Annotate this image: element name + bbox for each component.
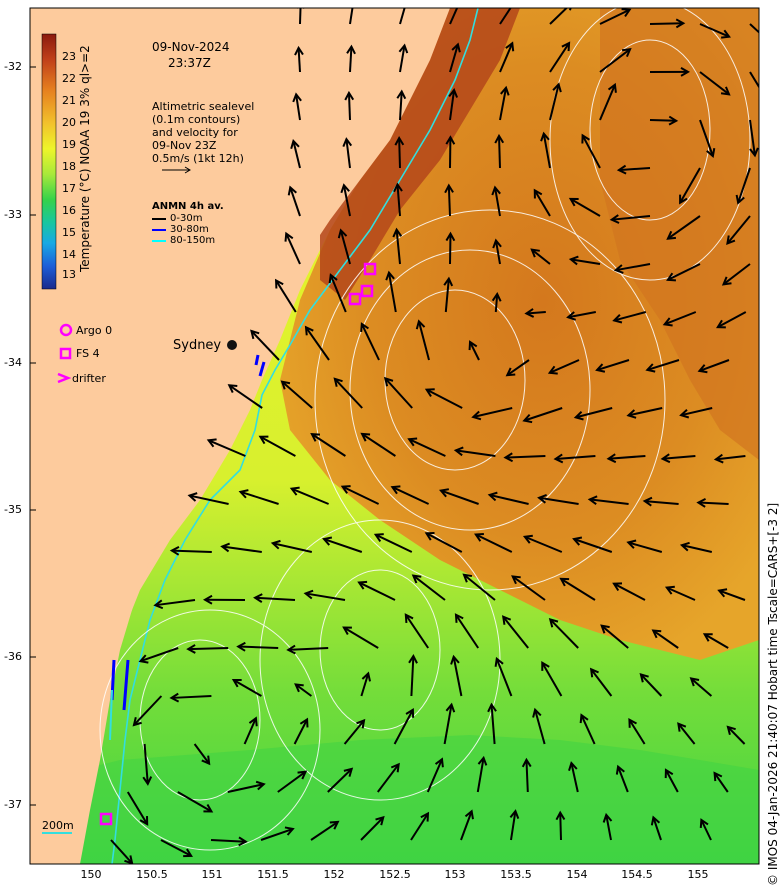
note-line: Altimetric sealevel [152,100,255,113]
y-tick: -33 [4,208,22,221]
velocity-arrow-head [401,0,409,8]
x-tick: 151 [201,868,223,881]
velocity-arrow [498,135,501,169]
velocity-arrow-head [514,8,517,9]
velocity-arrow [347,92,351,121]
legend-drifter: drifter [72,372,106,385]
legend-argo: Argo 0 [76,324,113,337]
cbar-tick: 13 [62,268,76,281]
velocity-arrow-head [763,36,771,44]
x-tick: 152 [323,868,345,881]
note-line: 09-Nov 23Z [152,139,217,152]
colorbar [41,33,57,290]
x-tick: 150.5 [136,868,168,881]
legend-fs: FS 4 [76,347,100,360]
velocity-arrow [525,759,529,793]
velocity-arrow-head [355,8,357,9]
velocity-arrow [449,233,452,265]
velocity-arrow [649,22,684,25]
velocity-arrow-head [454,0,461,8]
cbar-tick: 16 [62,204,76,217]
cbar-tick: 14 [62,248,76,261]
note-line: (0.1m contours) [152,113,241,126]
cbar-tick: 22 [62,72,76,85]
map-date: 09-Nov-2024 [152,40,230,54]
velocity-arrow [299,8,302,25]
y-tick: -36 [4,650,22,663]
cbar-tick: 17 [62,182,76,195]
x-tick: 152.5 [379,868,411,881]
x-tick: 150 [80,868,102,881]
anmn-label-0: 0-30m [170,213,203,224]
colorbar-label: Temperature (°C) NOAA 19 3% ql>=2 [78,45,92,272]
cbar-tick: 19 [62,138,76,151]
map-time: 23:37Z [168,56,211,70]
sydney-marker [227,340,237,350]
velocity-arrow [349,46,353,73]
velocity-arrow [649,119,677,122]
velocity-arrow [398,137,401,169]
velocity-arrow-head [296,8,306,9]
y-tick: -32 [4,60,22,73]
velocity-arrow [447,185,451,217]
cbar-tick: 20 [62,116,76,129]
x-tick: 151.5 [257,868,289,881]
y-tick: -37 [4,798,22,811]
x-tick: 153 [444,868,466,881]
x-tick: 153.5 [500,868,532,881]
x-tick: 155 [687,868,709,881]
note-line: and velocity for [152,126,238,139]
credit-text: © IMOS 04-Jan-2026 21:40:07 Hobart time … [766,502,780,886]
x-tick: 154.5 [621,868,653,881]
anmn-label-1: 30-80m [170,224,209,235]
anmn-title: ANMN 4h av. [152,201,224,212]
cbar-tick: 15 [62,226,76,239]
note-line: 0.5m/s (1kt 12h) [152,152,244,165]
y-tick: -34 [4,356,22,369]
y-tick: -35 [4,503,22,516]
velocity-arrow [171,549,212,553]
isobath-label: 200m [42,819,74,832]
x-tick: 154 [566,868,588,881]
anmn-label-2: 80-150m [170,235,216,246]
sst-map [29,0,771,865]
velocity-arrow [559,812,562,841]
cbar-tick: 21 [62,94,76,107]
altimetry-notes: Altimetric sealevel (0.1m contours) and … [152,100,254,165]
cbar-tick: 18 [62,160,76,173]
cbar-tick: 23 [62,50,76,63]
velocity-arrow-head [760,92,767,100]
velocity-arrow [188,647,229,651]
sydney-label: Sydney [173,338,222,353]
